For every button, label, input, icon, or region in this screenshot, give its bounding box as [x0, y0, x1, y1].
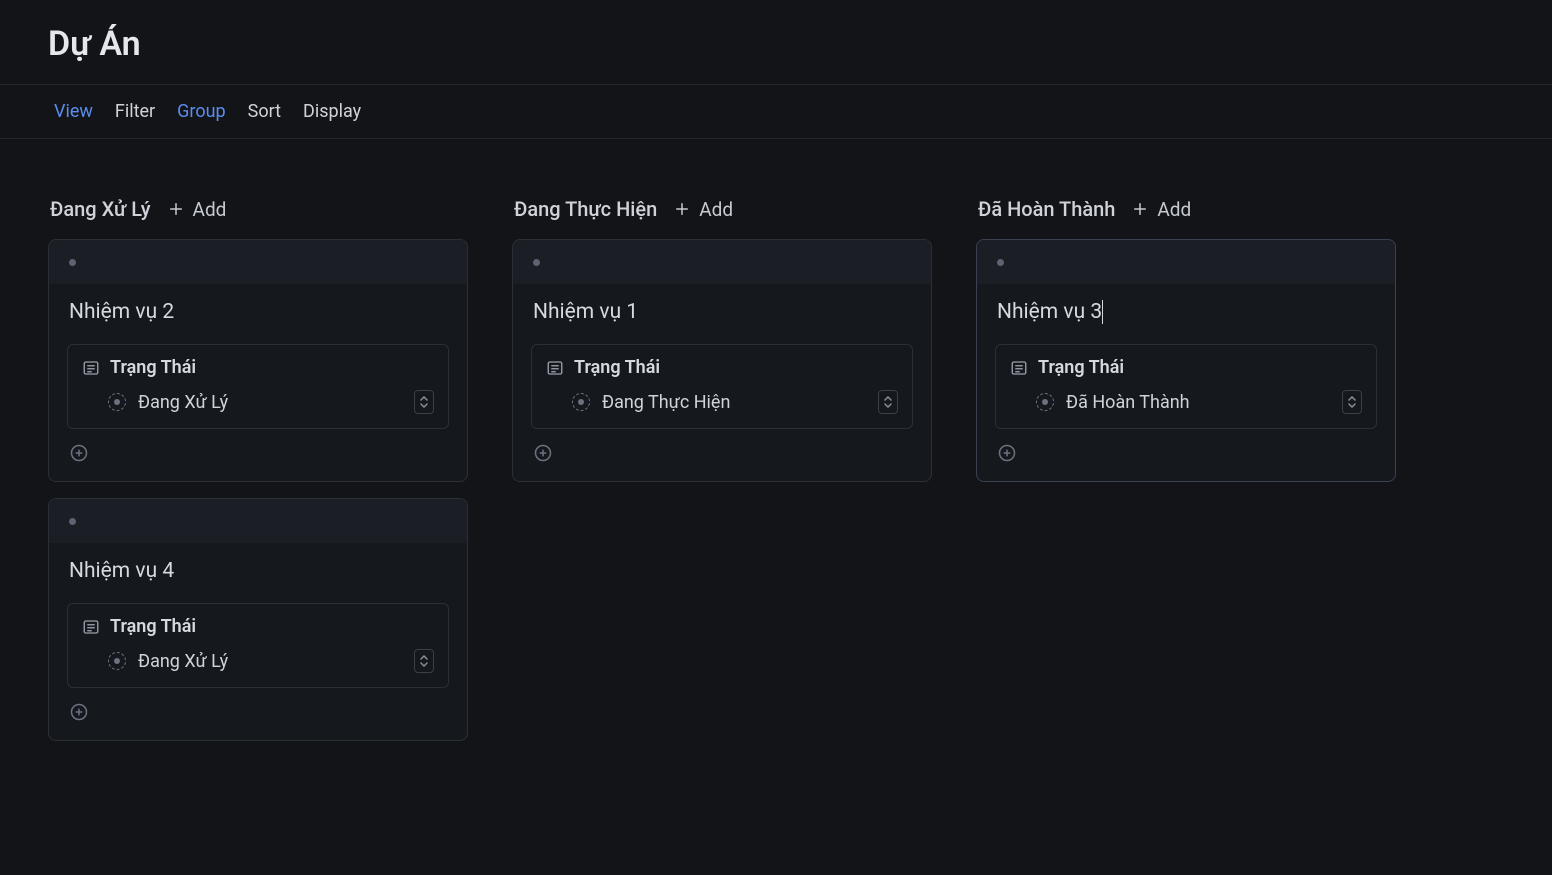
plus-icon: [673, 200, 691, 218]
toolbar-group[interactable]: Group: [177, 101, 225, 122]
add-property-button[interactable]: [67, 443, 449, 467]
column-header: Đang Xử Lý Add: [48, 197, 468, 221]
column-title: Đang Xử Lý: [50, 197, 151, 221]
status-value-wrap: Đang Thực Hiện: [572, 392, 730, 413]
add-property-button[interactable]: [67, 702, 449, 726]
select-stepper-icon[interactable]: [878, 390, 898, 414]
select-stepper-icon[interactable]: [1342, 390, 1362, 414]
status-value: Đã Hoàn Thành: [1066, 392, 1190, 413]
board: Đang Xử Lý Add Nhiệm vụ 2 Trạng Thái Đang Xử…: [0, 139, 1552, 815]
add-label: Add: [699, 198, 733, 221]
status-value: Đang Xử Lý: [138, 392, 228, 413]
plus-icon: [167, 200, 185, 218]
card-top-bar: [49, 240, 467, 284]
status-value: Đang Thực Hiện: [602, 392, 730, 413]
page-title: Dự Án: [0, 0, 1552, 84]
task-title[interactable]: Nhiệm vụ 2: [67, 300, 449, 324]
status-select[interactable]: Đã Hoàn Thành: [1010, 390, 1362, 414]
property-label-row: Trạng Thái: [546, 357, 898, 378]
task-title[interactable]: Nhiệm vụ 3: [995, 300, 1103, 324]
status-value-wrap: Đang Xử Lý: [108, 392, 228, 413]
property-section: Trạng Thái Đang Xử Lý: [67, 603, 449, 688]
property-label: Trạng Thái: [1038, 357, 1124, 378]
select-stepper-icon[interactable]: [414, 390, 434, 414]
select-stepper-icon[interactable]: [414, 649, 434, 673]
add-property-button[interactable]: [995, 443, 1377, 467]
task-title[interactable]: Nhiệm vụ 1: [531, 300, 913, 324]
property-label: Trạng Thái: [110, 616, 196, 637]
circle-plus-icon: [69, 702, 89, 726]
status-dot-icon: [108, 393, 126, 411]
task-card[interactable]: Nhiệm vụ 4 Trạng Thái Đang Xử Lý: [48, 498, 468, 741]
circle-plus-icon: [997, 443, 1017, 467]
status-select[interactable]: Đang Xử Lý: [82, 649, 434, 673]
add-card-button[interactable]: Add: [1131, 198, 1191, 221]
circle-plus-icon: [69, 443, 89, 467]
status-value-wrap: Đang Xử Lý: [108, 651, 228, 672]
card-body: Nhiệm vụ 3 Trạng Thái Đã Hoàn Thành: [977, 284, 1395, 481]
bullet-icon: [533, 259, 540, 266]
property-section: Trạng Thái Đang Xử Lý: [67, 344, 449, 429]
circle-plus-icon: [533, 443, 553, 467]
property-label: Trạng Thái: [110, 357, 196, 378]
status-select[interactable]: Đang Thực Hiện: [546, 390, 898, 414]
property-label-row: Trạng Thái: [1010, 357, 1362, 378]
property-label: Trạng Thái: [574, 357, 660, 378]
bullet-icon: [69, 259, 76, 266]
card-body: Nhiệm vụ 4 Trạng Thái Đang Xử Lý: [49, 543, 467, 740]
column-header: Đang Thực Hiện Add: [512, 197, 932, 221]
bullet-icon: [69, 518, 76, 525]
card-top-bar: [49, 499, 467, 543]
list-icon: [82, 618, 100, 636]
property-label-row: Trạng Thái: [82, 357, 434, 378]
add-card-button[interactable]: Add: [673, 198, 733, 221]
property-label-row: Trạng Thái: [82, 616, 434, 637]
toolbar-filter[interactable]: Filter: [115, 101, 155, 122]
status-dot-icon: [1036, 393, 1054, 411]
card-top-bar: [977, 240, 1395, 284]
list-icon: [82, 359, 100, 377]
list-icon: [546, 359, 564, 377]
add-card-button[interactable]: Add: [167, 198, 227, 221]
task-card[interactable]: Nhiệm vụ 3 Trạng Thái Đã Hoàn Thành: [976, 239, 1396, 482]
task-card[interactable]: Nhiệm vụ 1 Trạng Thái Đang Thực Hiện: [512, 239, 932, 482]
card-body: Nhiệm vụ 1 Trạng Thái Đang Thực Hiện: [513, 284, 931, 481]
add-label: Add: [193, 198, 227, 221]
property-section: Trạng Thái Đã Hoàn Thành: [995, 344, 1377, 429]
add-label: Add: [1157, 198, 1191, 221]
toolbar-view[interactable]: View: [54, 101, 93, 122]
toolbar: View Filter Group Sort Display: [0, 84, 1552, 139]
status-dot-icon: [108, 652, 126, 670]
bullet-icon: [997, 259, 1004, 266]
status-dot-icon: [572, 393, 590, 411]
card-body: Nhiệm vụ 2 Trạng Thái Đang Xử Lý: [49, 284, 467, 481]
list-icon: [1010, 359, 1028, 377]
status-select[interactable]: Đang Xử Lý: [82, 390, 434, 414]
task-card[interactable]: Nhiệm vụ 2 Trạng Thái Đang Xử Lý: [48, 239, 468, 482]
toolbar-sort[interactable]: Sort: [248, 101, 281, 122]
add-property-button[interactable]: [531, 443, 913, 467]
card-top-bar: [513, 240, 931, 284]
status-value-wrap: Đã Hoàn Thành: [1036, 392, 1190, 413]
task-title[interactable]: Nhiệm vụ 4: [67, 559, 449, 583]
board-column: Đang Thực Hiện Add Nhiệm vụ 1 Trạng Thái Đan…: [512, 197, 932, 498]
plus-icon: [1131, 200, 1149, 218]
property-section: Trạng Thái Đang Thực Hiện: [531, 344, 913, 429]
toolbar-display[interactable]: Display: [303, 101, 361, 122]
column-title: Đã Hoàn Thành: [978, 197, 1115, 221]
board-column: Đang Xử Lý Add Nhiệm vụ 2 Trạng Thái Đang Xử…: [48, 197, 468, 757]
column-title: Đang Thực Hiện: [514, 197, 657, 221]
status-value: Đang Xử Lý: [138, 651, 228, 672]
column-header: Đã Hoàn Thành Add: [976, 197, 1396, 221]
board-column: Đã Hoàn Thành Add Nhiệm vụ 3 Trạng Thái Đã H…: [976, 197, 1396, 498]
